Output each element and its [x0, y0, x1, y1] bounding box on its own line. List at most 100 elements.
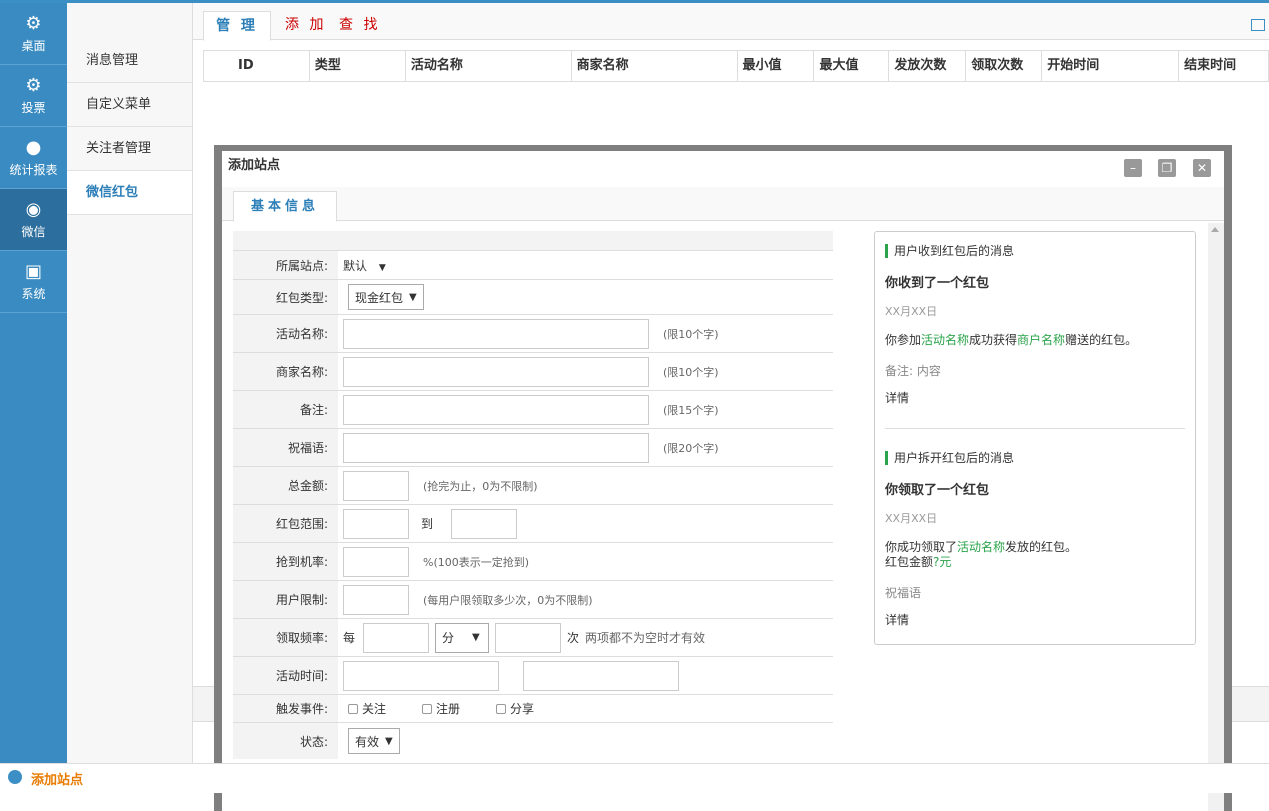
- frequency-unit-select[interactable]: 分 ▼: [435, 622, 490, 653]
- sub-item-messages[interactable]: 消息管理: [67, 39, 192, 83]
- col-issued[interactable]: 发放次数: [889, 51, 967, 81]
- nav-item-reports[interactable]: ● 统计报表: [0, 127, 67, 189]
- col-start[interactable]: 开始时间: [1042, 51, 1180, 81]
- sub-item-followers[interactable]: 关注者管理: [67, 127, 192, 171]
- nav-label: 桌面: [21, 39, 46, 53]
- follow-checkbox[interactable]: [348, 703, 358, 714]
- row-note: 备注: (限15个字): [233, 391, 833, 429]
- user-limit-hint: (每用户限领取多少次，0为不限制): [423, 593, 593, 607]
- open-detail: 详情: [885, 613, 910, 627]
- nav-label: 投票: [21, 101, 46, 115]
- total-input[interactable]: [343, 470, 409, 501]
- note-input[interactable]: [343, 394, 649, 425]
- preview-divider: [885, 428, 1185, 429]
- time-label: 活动时间:: [233, 657, 338, 694]
- nav-item-desktop[interactable]: ⚙ 桌面: [0, 3, 67, 65]
- status-select[interactable]: 有效 ▼: [348, 728, 400, 754]
- end-time-input[interactable]: [523, 660, 679, 691]
- recv-detail: 详情: [885, 391, 910, 405]
- recv-header: 用户收到红包后的消息: [885, 244, 1185, 258]
- row-merchant: 商家名称: (限10个字): [233, 353, 833, 391]
- type-label: 红包类型:: [233, 280, 338, 314]
- share-label: 分享: [510, 702, 535, 716]
- dialog-scrollbar[interactable]: [1208, 223, 1224, 811]
- open-activity-link: 活动名称: [957, 540, 1006, 554]
- main-nav: ⚙ 桌面 ⚙ 投票 ● 统计报表 ◉ 微信 ▣ 系统: [0, 3, 67, 763]
- recv-title: 你收到了一个红包: [885, 276, 990, 291]
- row-site: 所属站点: 默认 ▼: [233, 251, 833, 280]
- tab-search[interactable]: 查 找: [339, 11, 380, 41]
- frequency-label: 领取频率:: [233, 619, 338, 656]
- col-claimed[interactable]: 领取次数: [966, 51, 1043, 81]
- register-checkbox[interactable]: [422, 703, 433, 714]
- grid-icon[interactable]: [1251, 19, 1265, 31]
- site-label: 所属站点:: [233, 251, 338, 279]
- frequency-times-input[interactable]: [495, 622, 562, 653]
- table-header: ID 类型 活动名称 商家名称 最小值 最大值 发放次数 领取次数 开始时间 结…: [203, 50, 1269, 82]
- maximize-icon[interactable]: ❐: [1158, 159, 1176, 177]
- merchant-input[interactable]: [343, 356, 649, 387]
- col-max[interactable]: 最大值: [814, 51, 890, 81]
- col-id[interactable]: ID: [204, 51, 310, 81]
- add-site-dialog: 添加站点 – ❐ ✕ 基本信息 所属站点: 默认 ▼ 红包类型: 现金红包 ▼: [214, 145, 1232, 811]
- site-select[interactable]: 默认 ▼: [343, 257, 386, 274]
- follow-label: 关注: [362, 702, 387, 716]
- nav-item-vote[interactable]: ⚙ 投票: [0, 65, 67, 127]
- activity-name-hint: (限10个字): [663, 327, 719, 341]
- recv-text: 成功获得: [969, 333, 1018, 347]
- taskbar-item-add-site[interactable]: 添加站点: [31, 769, 83, 788]
- col-activity-name[interactable]: 活动名称: [406, 51, 572, 81]
- open-date: XX月XX日: [885, 512, 938, 525]
- range-max-input[interactable]: [451, 508, 518, 539]
- user-limit-label: 用户限制:: [233, 581, 338, 618]
- total-hint: (抢完为止，0为不限制): [423, 479, 538, 493]
- register-label: 注册: [436, 702, 461, 716]
- nav-item-system[interactable]: ▣ 系统: [0, 251, 67, 313]
- col-merchant-name[interactable]: 商家名称: [572, 51, 738, 81]
- probability-input[interactable]: [343, 546, 409, 577]
- status-value: 有效: [355, 734, 380, 749]
- recv-text: 你参加: [885, 333, 922, 347]
- col-end[interactable]: 结束时间: [1179, 51, 1269, 81]
- chevron-down-icon: ▼: [472, 632, 480, 643]
- start-time-input[interactable]: [343, 660, 499, 691]
- box-icon: ▣: [24, 261, 42, 282]
- open-text: 发放的红包。: [1005, 540, 1078, 554]
- dialog-title[interactable]: 添加站点: [222, 151, 1224, 187]
- sub-item-red-packet[interactable]: 微信红包: [67, 171, 192, 215]
- close-icon[interactable]: ✕: [1193, 159, 1211, 177]
- col-type[interactable]: 类型: [310, 51, 406, 81]
- frequency-period-input[interactable]: [363, 622, 430, 653]
- recv-note: 备注: 内容: [885, 364, 941, 378]
- row-user-limit: 用户限制: (每用户限领取多少次，0为不限制): [233, 581, 833, 619]
- open-wish: 祝福语: [885, 586, 922, 600]
- gear-icon: ⚙: [25, 13, 42, 34]
- user-limit-input[interactable]: [343, 584, 409, 615]
- scroll-up-icon[interactable]: [1211, 227, 1219, 232]
- activity-name-input[interactable]: [343, 318, 649, 349]
- probability-label: 抢到机率:: [233, 543, 338, 580]
- col-min[interactable]: 最小值: [738, 51, 815, 81]
- range-to-text: 到: [421, 517, 434, 531]
- row-frequency: 领取频率: 每 分 ▼ 次 两项都不为空时才有效: [233, 619, 833, 657]
- type-select[interactable]: 现金红包 ▼: [348, 284, 424, 310]
- trigger-label: 触发事件:: [233, 695, 338, 722]
- tab-add[interactable]: 添 加: [285, 11, 326, 41]
- frequency-times-text: 次: [567, 631, 580, 645]
- wish-label: 祝福语:: [233, 429, 338, 466]
- open-header: 用户拆开红包后的消息: [885, 451, 1185, 465]
- share-checkbox[interactable]: [496, 703, 507, 714]
- recv-merchant-link: 商户名称: [1017, 333, 1066, 347]
- minimize-icon[interactable]: –: [1124, 159, 1142, 177]
- tab-manage[interactable]: 管 理: [203, 11, 271, 41]
- wish-input[interactable]: [343, 432, 649, 463]
- frequency-each-text: 每: [343, 631, 356, 645]
- row-time: 活动时间:: [233, 657, 833, 695]
- range-min-input[interactable]: [343, 508, 409, 539]
- sub-item-custom-menu[interactable]: 自定义菜单: [67, 83, 192, 127]
- nav-item-wechat[interactable]: ◉ 微信: [0, 189, 67, 251]
- tab-basic-info[interactable]: 基本信息: [233, 191, 337, 222]
- row-trigger: 触发事件: 关注 注册 分享: [233, 695, 833, 723]
- row-status: 状态: 有效 ▼: [233, 723, 833, 759]
- user-icon: ●: [25, 137, 42, 158]
